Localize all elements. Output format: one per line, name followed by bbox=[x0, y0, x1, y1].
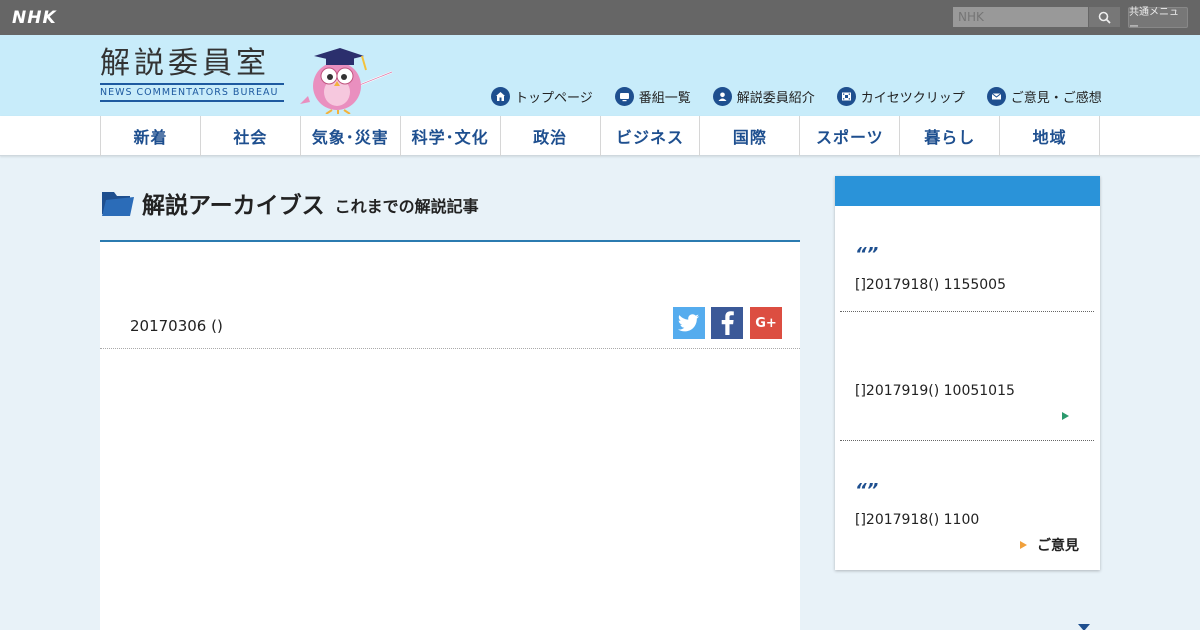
sidebar-item-text[interactable]: []2017918() 1155005 bbox=[855, 277, 1006, 293]
category-nav: 新着 社会 気象･災害 科学･文化 政治 ビジネス 国際 スポーツ 暮らし 地域 bbox=[0, 116, 1200, 156]
sidebar-divider bbox=[840, 440, 1094, 441]
article-date: 20170306 () bbox=[130, 317, 223, 335]
sidebar-item-text[interactable]: []2017919() 10051015 bbox=[855, 383, 1015, 399]
category-science-culture[interactable]: 科学･文化 bbox=[401, 116, 501, 156]
logo-rule-bottom bbox=[100, 100, 284, 102]
sidebar-quote: “” bbox=[855, 244, 879, 265]
header-nav-label: 解説委員紹介 bbox=[736, 91, 815, 106]
facebook-icon bbox=[721, 311, 734, 335]
bureau-title: 解説委員室 bbox=[100, 46, 270, 81]
logo-rule bbox=[100, 83, 284, 85]
header-nav-label: トップページ bbox=[515, 91, 593, 106]
home-icon bbox=[491, 87, 510, 106]
header-nav-clips[interactable]: カイセツクリップ bbox=[836, 87, 965, 106]
sidebar-divider bbox=[840, 311, 1094, 312]
google-plus-share-button[interactable]: G+ bbox=[750, 307, 782, 339]
search-button[interactable] bbox=[1089, 7, 1120, 27]
sidebar-item-text[interactable]: []2017918() 1100 bbox=[855, 512, 979, 528]
header-nav-label: ご意見・ご感想 bbox=[1010, 91, 1102, 106]
arrow-right-icon bbox=[1020, 541, 1027, 549]
film-icon bbox=[836, 87, 856, 106]
site-header: 解説委員室 NEWS COMMENTATORS BUREAU トップページ 番組… bbox=[0, 35, 1200, 116]
sidebar-feedback-label: ご意見 bbox=[1037, 538, 1079, 554]
chevron-down-icon[interactable] bbox=[1078, 624, 1090, 630]
header-nav-top[interactable]: トップページ bbox=[491, 87, 593, 106]
sidebar-header bbox=[835, 176, 1100, 206]
header-nav-commentators[interactable]: 解説委員紹介 bbox=[712, 87, 815, 106]
article-divider bbox=[100, 348, 800, 349]
category-international[interactable]: 国際 bbox=[700, 116, 801, 156]
search-icon bbox=[1098, 11, 1111, 24]
play-arrow-icon[interactable] bbox=[1062, 412, 1069, 420]
owl-mascot-icon bbox=[300, 48, 393, 114]
category-regional[interactable]: 地域 bbox=[1000, 116, 1101, 156]
archive-heading: 解説アーカイブス これまでの解説記事 bbox=[100, 186, 479, 220]
twitter-share-button[interactable] bbox=[673, 307, 705, 339]
twitter-icon bbox=[678, 314, 699, 332]
global-topbar: NHK 共通メニュー bbox=[0, 0, 1200, 35]
category-sports[interactable]: スポーツ bbox=[800, 116, 901, 156]
nhk-logo[interactable]: NHK bbox=[12, 8, 57, 28]
search-input[interactable] bbox=[953, 7, 1088, 27]
header-nav-label: 番組一覧 bbox=[638, 91, 691, 106]
facebook-share-button[interactable] bbox=[711, 307, 743, 339]
header-nav-label: カイセツクリップ bbox=[860, 91, 965, 106]
sidebar-quote: “” bbox=[855, 480, 879, 501]
bureau-subtitle: NEWS COMMENTATORS BUREAU bbox=[100, 87, 279, 98]
category-business[interactable]: ビジネス bbox=[601, 116, 701, 156]
category-politics[interactable]: 政治 bbox=[501, 116, 601, 156]
header-nav: トップページ 番組一覧 解説委員紹介 カイセツクリップ ご意見・ご感想 bbox=[491, 87, 1102, 106]
common-menu-button[interactable]: 共通メニュー bbox=[1128, 7, 1188, 33]
category-weather-disaster[interactable]: 気象･災害 bbox=[301, 116, 401, 156]
archive-subtitle: これまでの解説記事 bbox=[334, 197, 479, 216]
header-nav-feedback[interactable]: ご意見・ご感想 bbox=[986, 87, 1102, 106]
folder-icon bbox=[102, 192, 134, 216]
archive-title: 解説アーカイブス bbox=[142, 193, 325, 219]
mail-icon bbox=[986, 87, 1006, 106]
header-nav-programs[interactable]: 番組一覧 bbox=[614, 87, 691, 106]
category-living[interactable]: 暮らし bbox=[900, 116, 1001, 156]
sidebar-feedback-link[interactable]: ご意見 bbox=[1020, 535, 1079, 555]
sidebar-panel: “” []2017918() 1155005 []2017919() 10051… bbox=[835, 176, 1100, 570]
person-icon bbox=[712, 87, 732, 106]
category-society[interactable]: 社会 bbox=[201, 116, 301, 156]
tv-icon bbox=[614, 87, 634, 106]
article-panel: 20170306 () G+ bbox=[100, 242, 800, 630]
bureau-logo[interactable]: 解説委員室 NEWS COMMENTATORS BUREAU bbox=[100, 46, 284, 102]
category-new[interactable]: 新着 bbox=[101, 116, 201, 156]
